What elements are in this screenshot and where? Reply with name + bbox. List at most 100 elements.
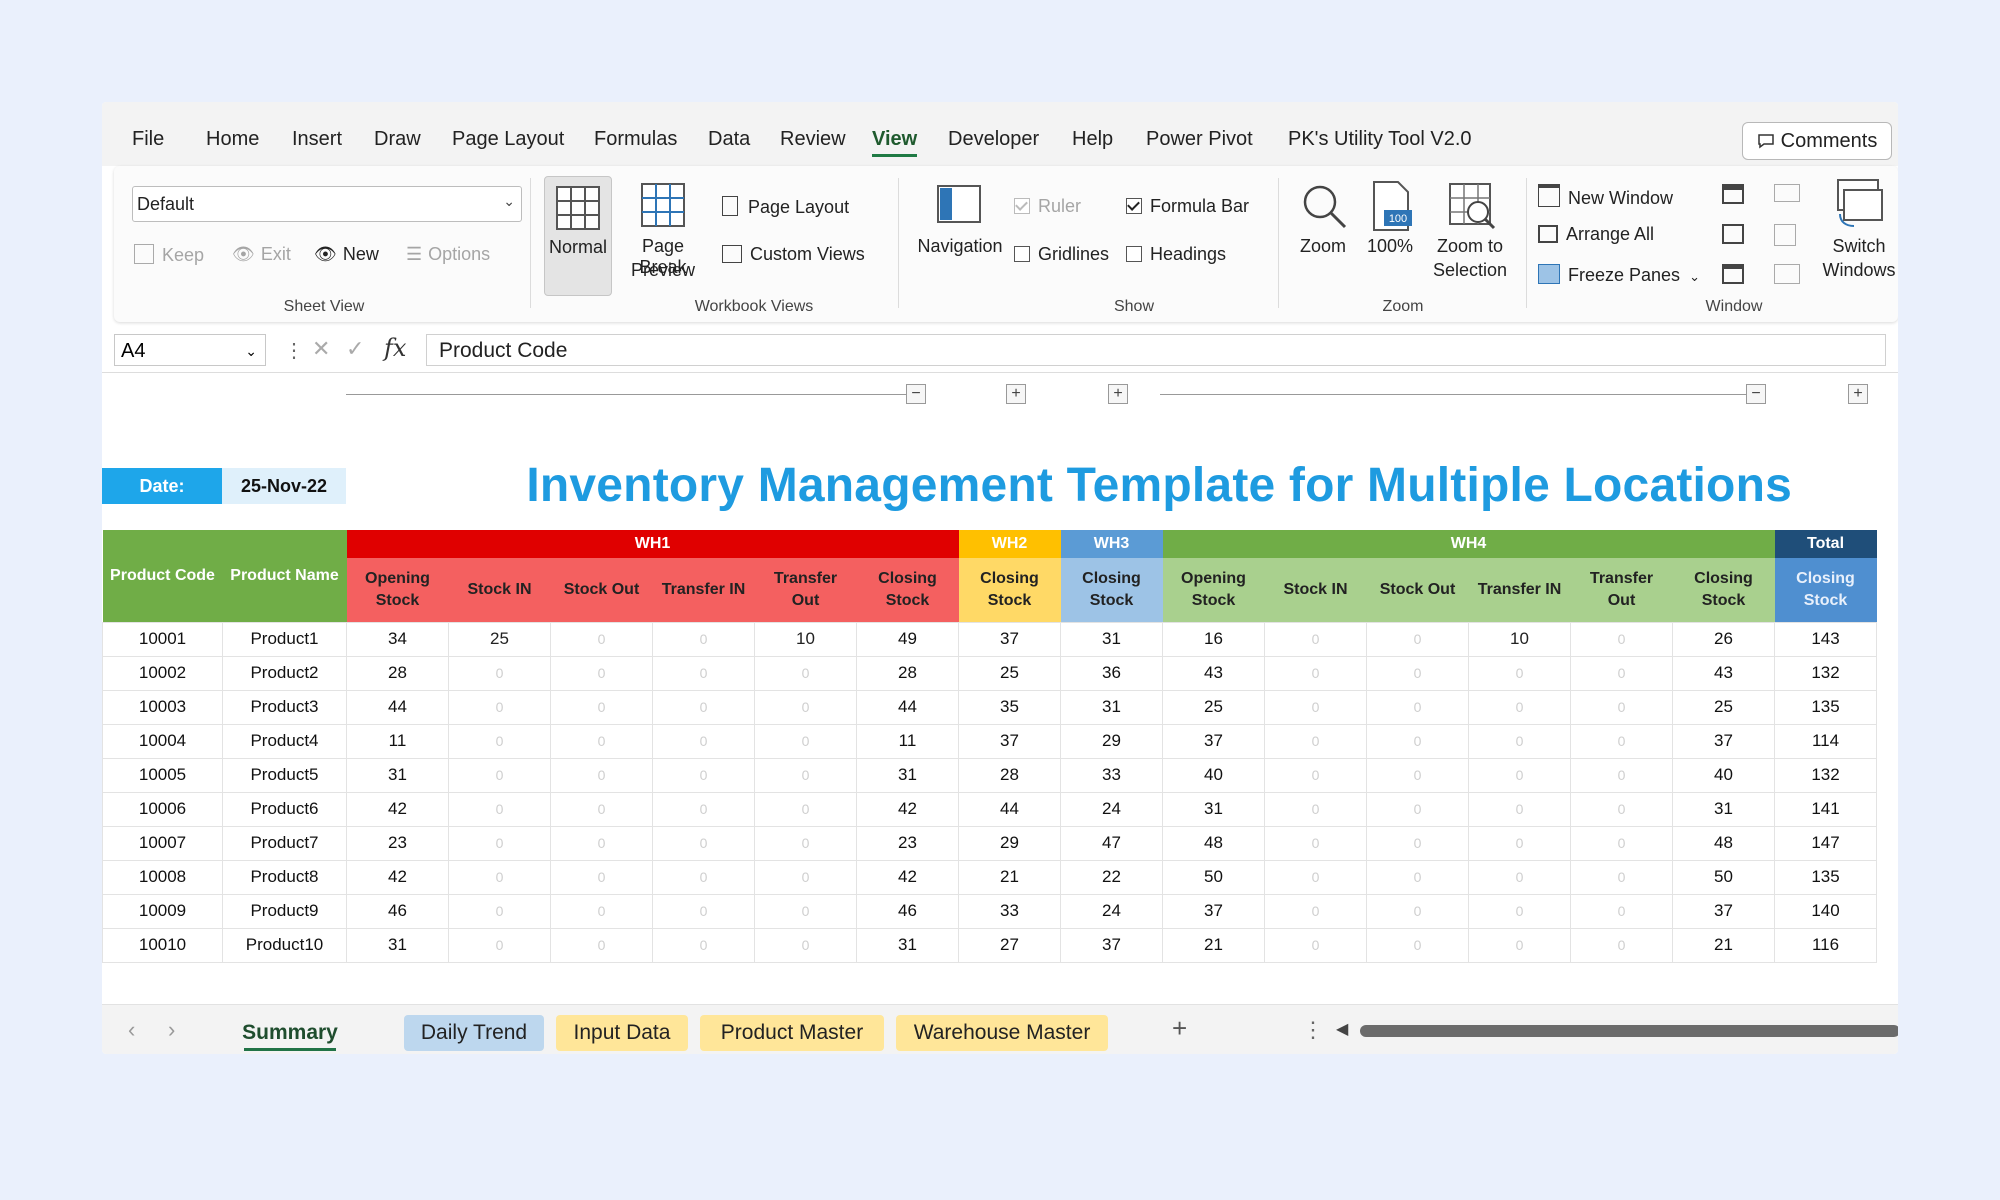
table-cell[interactable]: 44 bbox=[958, 791, 1061, 827]
table-cell[interactable]: 0 bbox=[754, 859, 857, 895]
table-cell[interactable]: 25 bbox=[958, 655, 1061, 691]
scroll-tabs-left-icon[interactable]: ‹ bbox=[128, 1017, 135, 1043]
table-cell[interactable]: 10003 bbox=[102, 689, 223, 725]
table-cell[interactable]: 0 bbox=[448, 859, 551, 895]
view-side-by-side-icon[interactable] bbox=[1774, 184, 1800, 202]
table-cell[interactable]: 0 bbox=[550, 893, 653, 929]
table-cell[interactable]: 31 bbox=[1162, 791, 1265, 827]
table-cell[interactable]: 42 bbox=[856, 791, 959, 827]
table-cell[interactable]: 10007 bbox=[102, 825, 223, 861]
freeze-panes-button[interactable]: Freeze Panes ⌄ bbox=[1538, 264, 1700, 286]
table-cell[interactable]: 0 bbox=[652, 791, 755, 827]
table-cell[interactable]: 10 bbox=[1468, 621, 1571, 657]
table-cell[interactable]: 22 bbox=[1060, 859, 1163, 895]
table-cell[interactable]: 0 bbox=[652, 893, 755, 929]
new-sheet-view-button[interactable]: 👁 New bbox=[314, 244, 379, 265]
table-cell[interactable]: 25 bbox=[1672, 689, 1775, 725]
table-cell[interactable]: 0 bbox=[754, 689, 857, 725]
sheet-tab-product-master[interactable]: Product Master bbox=[700, 1015, 884, 1051]
table-cell[interactable]: 0 bbox=[754, 757, 857, 793]
table-cell[interactable]: 0 bbox=[448, 825, 551, 861]
table-cell[interactable]: 0 bbox=[1264, 859, 1367, 895]
table-cell[interactable]: 0 bbox=[1468, 655, 1571, 691]
table-cell[interactable]: 0 bbox=[550, 655, 653, 691]
table-cell[interactable]: 0 bbox=[1570, 757, 1673, 793]
header-wh3-closing-stock[interactable]: Closing Stock bbox=[1060, 558, 1163, 622]
table-cell[interactable]: 0 bbox=[754, 655, 857, 691]
table-cell[interactable]: Product9 bbox=[222, 893, 347, 929]
table-cell[interactable]: 0 bbox=[448, 757, 551, 793]
table-cell[interactable]: 35 bbox=[958, 689, 1061, 725]
table-cell[interactable]: 11 bbox=[346, 723, 449, 759]
table-cell[interactable]: 48 bbox=[1162, 825, 1265, 861]
table-cell[interactable]: 10 bbox=[754, 621, 857, 657]
table-cell[interactable]: 25 bbox=[1162, 689, 1265, 725]
table-cell[interactable]: 0 bbox=[754, 893, 857, 929]
table-cell[interactable]: 0 bbox=[1468, 689, 1571, 725]
table-cell[interactable]: 0 bbox=[1468, 757, 1571, 793]
table-cell[interactable]: 0 bbox=[652, 655, 755, 691]
table-cell[interactable]: 27 bbox=[958, 927, 1061, 963]
header-wh2-closing-stock[interactable]: Closing Stock bbox=[958, 558, 1061, 622]
table-cell[interactable]: 37 bbox=[1162, 893, 1265, 929]
table-cell[interactable]: 0 bbox=[448, 689, 551, 725]
table-cell[interactable]: 0 bbox=[652, 689, 755, 725]
enter-icon[interactable]: ✓ bbox=[346, 336, 364, 362]
table-cell[interactable]: 0 bbox=[1570, 723, 1673, 759]
table-cell[interactable]: 0 bbox=[652, 859, 755, 895]
table-cell[interactable]: 25 bbox=[448, 621, 551, 657]
header-wh4-stock-out[interactable]: Stock Out bbox=[1366, 558, 1469, 622]
table-cell[interactable]: 0 bbox=[1570, 859, 1673, 895]
table-cell[interactable]: 10010 bbox=[102, 927, 223, 963]
table-cell[interactable]: 16 bbox=[1162, 621, 1265, 657]
table-cell[interactable]: 0 bbox=[652, 621, 755, 657]
table-cell[interactable]: 0 bbox=[1366, 791, 1469, 827]
table-cell[interactable]: 37 bbox=[958, 723, 1061, 759]
table-cell[interactable]: 0 bbox=[550, 689, 653, 725]
table-cell[interactable]: 132 bbox=[1774, 757, 1877, 793]
table-cell[interactable]: 10009 bbox=[102, 893, 223, 929]
table-cell[interactable]: 0 bbox=[1264, 757, 1367, 793]
custom-views-button[interactable]: Custom Views bbox=[722, 244, 865, 265]
table-cell[interactable]: Product1 bbox=[222, 621, 347, 657]
table-cell[interactable]: 0 bbox=[550, 825, 653, 861]
header-product-name[interactable]: Product Name bbox=[222, 530, 347, 622]
header-total-closing-stock[interactable]: Closing Stock bbox=[1774, 558, 1877, 622]
table-cell[interactable]: 135 bbox=[1774, 859, 1877, 895]
menu-pk-utility-tool[interactable]: PK's Utility Tool V2.0 bbox=[1288, 128, 1472, 151]
table-cell[interactable]: 28 bbox=[856, 655, 959, 691]
table-cell[interactable]: 0 bbox=[1468, 791, 1571, 827]
expand-group-button[interactable]: + bbox=[1848, 384, 1868, 404]
header-wh1-opening-stock[interactable]: Opening Stock bbox=[346, 558, 449, 622]
table-cell[interactable]: 0 bbox=[754, 723, 857, 759]
table-cell[interactable]: 43 bbox=[1162, 655, 1265, 691]
header-wh4[interactable]: WH4 bbox=[1162, 530, 1775, 558]
reset-window-position-icon[interactable] bbox=[1774, 264, 1800, 284]
switch-windows-button[interactable]: Switch Windows bbox=[1820, 174, 1898, 292]
header-total[interactable]: Total bbox=[1774, 530, 1877, 558]
zoom-to-selection-button[interactable]: Zoom to Selection bbox=[1422, 176, 1518, 292]
table-cell[interactable]: Product3 bbox=[222, 689, 347, 725]
table-cell[interactable]: 42 bbox=[346, 791, 449, 827]
formula-input[interactable]: Product Code bbox=[426, 334, 1886, 366]
table-cell[interactable]: 21 bbox=[1672, 927, 1775, 963]
header-wh4-opening-stock[interactable]: Opening Stock bbox=[1162, 558, 1265, 622]
table-cell[interactable]: 0 bbox=[550, 859, 653, 895]
table-cell[interactable]: 0 bbox=[1570, 689, 1673, 725]
menu-page-layout[interactable]: Page Layout bbox=[452, 128, 564, 151]
page-layout-button[interactable]: Page Layout bbox=[722, 196, 849, 218]
navigation-button[interactable]: Navigation bbox=[910, 176, 1010, 286]
header-wh4-transfer-out[interactable]: Transfer Out bbox=[1570, 558, 1673, 622]
horizontal-scrollbar[interactable] bbox=[1360, 1025, 1898, 1037]
menu-developer[interactable]: Developer bbox=[948, 128, 1039, 151]
table-cell[interactable]: Product8 bbox=[222, 859, 347, 895]
menu-view[interactable]: View bbox=[872, 128, 918, 157]
table-cell[interactable]: 24 bbox=[1060, 893, 1163, 929]
table-cell[interactable]: 0 bbox=[1264, 825, 1367, 861]
table-cell[interactable]: 0 bbox=[1366, 723, 1469, 759]
table-cell[interactable]: 36 bbox=[1060, 655, 1163, 691]
table-cell[interactable]: 50 bbox=[1162, 859, 1265, 895]
header-wh1-transfer-in[interactable]: Transfer IN bbox=[652, 558, 755, 622]
insert-function-icon[interactable]: fx bbox=[384, 334, 406, 362]
table-cell[interactable]: 47 bbox=[1060, 825, 1163, 861]
